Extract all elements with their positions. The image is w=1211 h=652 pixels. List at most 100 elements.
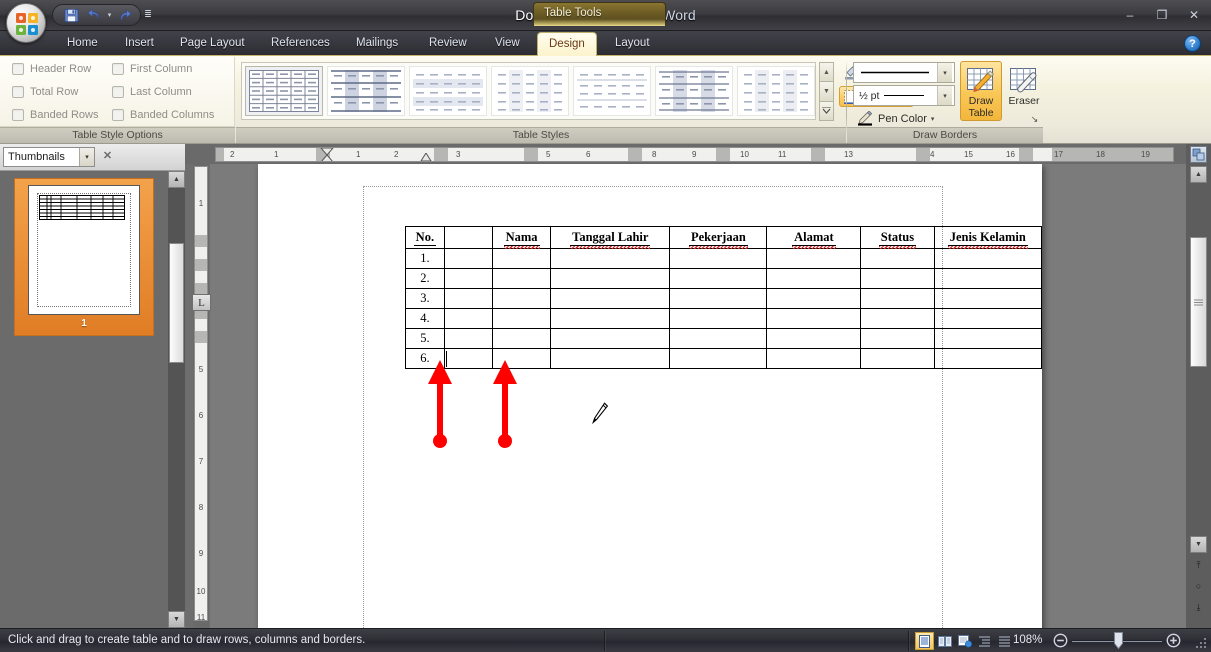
table-header-cell[interactable]: Tanggal Lahir	[550, 226, 671, 249]
table-row[interactable]: 3.	[405, 288, 1043, 309]
tab-home[interactable]: Home	[56, 32, 109, 56]
pen-color-button[interactable]: Pen Color ▾	[852, 108, 939, 129]
close-thumbnails-pane-button[interactable]: ✕	[100, 149, 115, 164]
table-header-cell[interactable]: No.	[405, 226, 445, 249]
thumbnails-scrollbar[interactable]: ▲ ▼	[168, 171, 185, 628]
table-cell[interactable]	[766, 308, 862, 329]
table-cell[interactable]	[933, 268, 1043, 289]
table-cell[interactable]	[669, 328, 768, 349]
checkbox-header-row[interactable]: Header Row	[12, 63, 91, 75]
table-style-thumbnail[interactable]	[409, 66, 487, 116]
tab-insert[interactable]: Insert	[114, 32, 165, 56]
table-cell[interactable]	[491, 248, 552, 269]
chevron-down-icon[interactable]: ▾	[79, 148, 94, 166]
chevron-down-icon[interactable]: ▾	[931, 115, 935, 123]
vertical-ruler-track[interactable]: 1 5 6 7 8 9 10 11	[194, 166, 208, 621]
row-number-cell[interactable]: 1.	[405, 248, 445, 269]
view-draft-button[interactable]	[995, 632, 1014, 650]
table-cell[interactable]	[491, 288, 552, 309]
checkbox-icon[interactable]	[112, 109, 124, 121]
view-outline-button[interactable]	[975, 632, 994, 650]
table-cell[interactable]	[550, 348, 671, 369]
table-cell[interactable]	[669, 308, 768, 329]
row-number-cell[interactable]: 4.	[405, 308, 445, 329]
select-browse-object-small-button[interactable]: ○	[1192, 580, 1205, 593]
checkbox-icon[interactable]	[12, 63, 24, 75]
close-button[interactable]: ✕	[1181, 6, 1207, 24]
row-number-cell[interactable]: 5.	[405, 328, 445, 349]
table-cell[interactable]	[443, 288, 493, 309]
row-number-cell[interactable]: 3.	[405, 288, 445, 309]
table-cell[interactable]	[766, 328, 862, 349]
horizontal-ruler[interactable]: 2 1 1 2 3 5 6 8 9 10 11 13 4 15 16 17 18…	[185, 144, 1196, 164]
view-web-layout-button[interactable]	[955, 632, 974, 650]
document-area[interactable]: No. Nama Tanggal Lahir Pekerjaan Alamat …	[210, 164, 1186, 628]
checkbox-icon[interactable]	[112, 63, 124, 75]
table-style-thumbnail[interactable]	[573, 66, 651, 116]
thumbnails-pane-dropdown[interactable]: Thumbnails ▾	[3, 147, 95, 167]
gallery-scroll-up-button[interactable]: ▲	[819, 62, 834, 83]
draw-table-button[interactable]: Draw Table	[960, 61, 1002, 121]
tab-mailings[interactable]: Mailings	[345, 32, 409, 56]
table-cell[interactable]	[933, 248, 1043, 269]
next-page-button[interactable]: ⤓	[1192, 601, 1205, 614]
zoom-out-button[interactable]	[1053, 633, 1068, 648]
thumbnails-scroll-down-button[interactable]: ▼	[168, 611, 185, 628]
table-cell[interactable]	[550, 308, 671, 329]
thumbnail-page-1[interactable]: 1	[14, 178, 154, 336]
checkbox-icon[interactable]	[12, 109, 24, 121]
office-button[interactable]	[6, 3, 46, 43]
table-cell[interactable]	[550, 248, 671, 269]
table-cell[interactable]	[933, 348, 1043, 369]
tab-review[interactable]: Review	[418, 32, 478, 56]
tab-stop-selector-button[interactable]: L	[192, 294, 211, 311]
row-number-cell[interactable]: 2.	[405, 268, 445, 289]
table-row[interactable]: 2.	[405, 268, 1043, 289]
line-weight-combo[interactable]: ½ pt ▾	[853, 85, 955, 106]
table-cell[interactable]	[491, 268, 552, 289]
table-row[interactable]: 1.	[405, 248, 1043, 269]
table-header-cell-nama-b[interactable]: Nama	[491, 226, 552, 249]
tab-design[interactable]: Design	[537, 32, 597, 56]
table-cell[interactable]	[860, 268, 935, 289]
chevron-down-icon[interactable]: ▾	[937, 86, 952, 105]
table-cell[interactable]	[491, 308, 552, 329]
tab-layout[interactable]: Layout	[604, 32, 661, 56]
checkbox-first-column[interactable]: First Column	[112, 63, 192, 75]
gallery-scroll-down-button[interactable]: ▼	[819, 81, 834, 102]
table-style-thumbnail[interactable]	[655, 66, 733, 116]
table-styles-gallery[interactable]	[241, 62, 816, 120]
table-cell[interactable]	[860, 248, 935, 269]
gallery-more-button[interactable]	[819, 100, 834, 121]
checkbox-last-column[interactable]: Last Column	[112, 86, 192, 98]
table-header-cell-nama-a[interactable]	[443, 226, 493, 249]
line-style-combo[interactable]: ▾	[853, 62, 955, 83]
checkbox-banded-columns[interactable]: Banded Columns	[112, 109, 214, 121]
table-cell[interactable]	[860, 288, 935, 309]
table-cell[interactable]	[860, 308, 935, 329]
table-cell[interactable]	[860, 328, 935, 349]
table-cell[interactable]	[766, 248, 862, 269]
table-cell[interactable]	[443, 268, 493, 289]
tab-page-layout[interactable]: Page Layout	[169, 32, 256, 56]
zoom-level-label[interactable]: 108%	[1013, 634, 1042, 646]
table-style-thumbnail[interactable]	[737, 66, 815, 116]
table-cell[interactable]	[669, 288, 768, 309]
scroll-up-button[interactable]: ▲	[1190, 166, 1207, 183]
table-header-cell[interactable]: Jenis Kelamin	[933, 226, 1043, 249]
table-cell[interactable]	[550, 288, 671, 309]
zoom-slider-handle[interactable]	[1114, 632, 1123, 649]
vertical-ruler[interactable]: 1 5 6 7 8 9 10 11	[193, 164, 209, 628]
table-cell[interactable]	[443, 248, 493, 269]
table-cell[interactable]	[669, 268, 768, 289]
table-cell[interactable]	[766, 268, 862, 289]
table-style-thumbnail[interactable]	[491, 66, 569, 116]
table-row[interactable]: 4.	[405, 308, 1043, 329]
minimize-button[interactable]: –	[1117, 6, 1143, 24]
resize-grip-icon[interactable]	[1194, 636, 1208, 650]
table-cell[interactable]	[550, 328, 671, 349]
checkbox-icon[interactable]	[112, 86, 124, 98]
table-cell[interactable]	[766, 288, 862, 309]
left-indent-marker[interactable]	[420, 153, 432, 162]
table-cell[interactable]	[860, 348, 935, 369]
